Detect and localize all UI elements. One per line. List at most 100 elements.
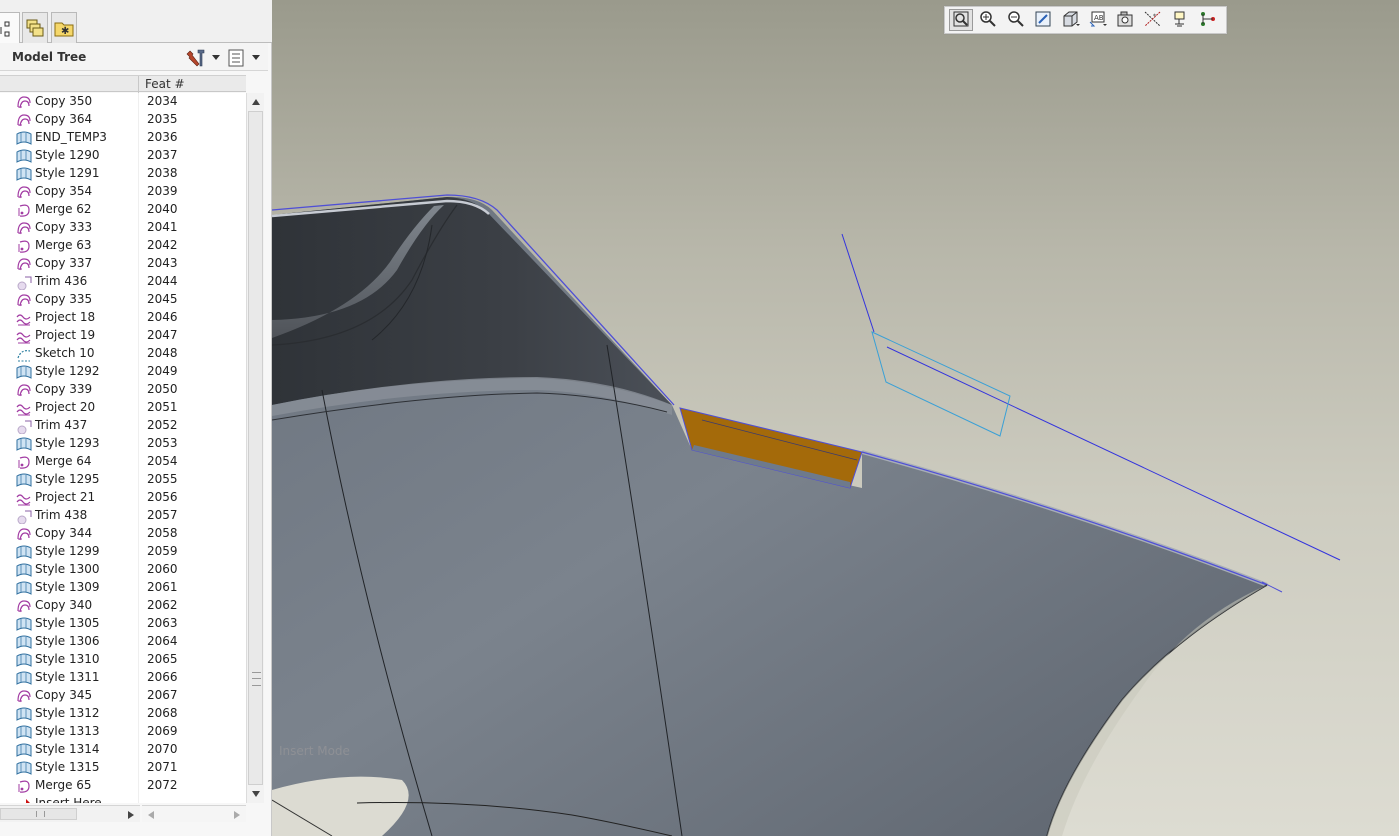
show-menu-button[interactable]: [228, 47, 260, 68]
feature-name: Style 1299: [35, 544, 100, 558]
feature-number: 2037: [147, 148, 178, 162]
zoom-in-button[interactable]: [976, 9, 1000, 31]
tree-row[interactable]: Insert Here: [0, 795, 246, 803]
feature-number: 2069: [147, 724, 178, 738]
scroll-right-button[interactable]: [228, 806, 245, 823]
tree-row[interactable]: Merge 64 2054: [0, 453, 246, 471]
tree-row[interactable]: Style 1291 2038: [0, 165, 246, 183]
feat-horizontal-scrollbar[interactable]: [142, 805, 246, 822]
project-feature-icon: [16, 400, 32, 416]
feature-number: 2034: [147, 94, 178, 108]
feature-name: Copy 354: [35, 184, 93, 198]
refit-button[interactable]: [949, 9, 973, 31]
column-separator: [138, 417, 139, 435]
settings-menu-button[interactable]: [186, 47, 220, 68]
tree-row[interactable]: Style 1315 2071: [0, 759, 246, 777]
scroll-down-button[interactable]: [247, 785, 264, 802]
tree-row[interactable]: Copy 345 2067: [0, 687, 246, 705]
project-feature-icon: [16, 490, 32, 506]
tab-favorites[interactable]: ✱: [51, 12, 77, 43]
tree-vertical-scrollbar[interactable]: [246, 93, 264, 803]
saved-views-button[interactable]: AB: [1086, 9, 1110, 31]
tree-row[interactable]: Copy 354 2039: [0, 183, 246, 201]
tree-row[interactable]: Trim 438 2057: [0, 507, 246, 525]
tree-row[interactable]: Style 1295 2055: [0, 471, 246, 489]
feature-number: 2042: [147, 238, 178, 252]
tab-layers[interactable]: [22, 12, 48, 43]
tree-row[interactable]: Style 1312 2068: [0, 705, 246, 723]
tree-row[interactable]: Style 1299 2059: [0, 543, 246, 561]
merge-feature-icon: [16, 454, 32, 470]
spin-center-button[interactable]: [1196, 9, 1220, 31]
tree-row[interactable]: Copy 340 2062: [0, 597, 246, 615]
feature-number: 2047: [147, 328, 178, 342]
tree-row[interactable]: END_TEMP3 2036: [0, 129, 246, 147]
column-separator: [138, 615, 139, 633]
tree-row[interactable]: Trim 437 2052: [0, 417, 246, 435]
tree-row[interactable]: Copy 344 2058: [0, 525, 246, 543]
tree-row[interactable]: Project 21 2056: [0, 489, 246, 507]
project-feature-icon: [16, 310, 32, 326]
tree-row[interactable]: Style 1306 2064: [0, 633, 246, 651]
tree-row[interactable]: Copy 335 2045: [0, 291, 246, 309]
feature-number: 2041: [147, 220, 178, 234]
tree-row[interactable]: Style 1314 2070: [0, 741, 246, 759]
datum-plane[interactable]: [871, 331, 1011, 437]
view-manager-button[interactable]: [1113, 9, 1137, 31]
datum-axis[interactable]: [841, 233, 875, 333]
model-geometry[interactable]: [272, 0, 1399, 836]
tree-row[interactable]: Project 20 2051: [0, 399, 246, 417]
scroll-left-button[interactable]: [142, 806, 159, 823]
tree-row[interactable]: Merge 65 2072: [0, 777, 246, 795]
tree-row[interactable]: Style 1292 2049: [0, 363, 246, 381]
scroll-thumb[interactable]: [248, 111, 263, 785]
feature-name: Trim 436: [35, 274, 88, 288]
tree-row[interactable]: Project 19 2047: [0, 327, 246, 345]
tree-horizontal-scrollbar[interactable]: [0, 805, 140, 822]
horizontal-scroll-thumb[interactable]: [0, 808, 77, 820]
tree-row[interactable]: Style 1300 2060: [0, 561, 246, 579]
feature-name: Style 1313: [35, 724, 100, 738]
repaint-button[interactable]: [1031, 9, 1055, 31]
scroll-right-button[interactable]: [122, 806, 139, 823]
tree-row[interactable]: Merge 63 2042: [0, 237, 246, 255]
column-separator[interactable]: [138, 76, 139, 93]
column-separator: [138, 705, 139, 723]
tree-row[interactable]: Copy 339 2050: [0, 381, 246, 399]
feature-number: 2072: [147, 778, 178, 792]
tree-row[interactable]: Style 1293 2053: [0, 435, 246, 453]
feature-name: Style 1314: [35, 742, 100, 756]
tree-row[interactable]: Style 1305 2063: [0, 615, 246, 633]
annotation-display-button[interactable]: [1168, 9, 1192, 31]
feature-name: Project 18: [35, 310, 96, 324]
scroll-up-button[interactable]: [247, 93, 264, 110]
feature-number: 2057: [147, 508, 178, 522]
tree-row[interactable]: Sketch 10 2048: [0, 345, 246, 363]
feature-number: 2045: [147, 292, 178, 306]
tree-row[interactable]: Copy 337 2043: [0, 255, 246, 273]
feature-number: 2056: [147, 490, 178, 504]
tree-row[interactable]: Project 18 2046: [0, 309, 246, 327]
column-separator: [138, 363, 139, 381]
tree-row[interactable]: Style 1310 2065: [0, 651, 246, 669]
copy-feature-icon: [16, 526, 32, 542]
graphics-viewport[interactable]: AB * Insert Mode: [272, 0, 1399, 836]
tree-row[interactable]: Style 1311 2066: [0, 669, 246, 687]
tree-row[interactable]: Merge 62 2040: [0, 201, 246, 219]
style-feature-icon: [16, 760, 32, 776]
column-header-feat[interactable]: Feat #: [145, 77, 185, 91]
tree-row[interactable]: Copy 364 2035: [0, 111, 246, 129]
tree-row[interactable]: Copy 333 2041: [0, 219, 246, 237]
tab-model-tree[interactable]: [0, 12, 20, 44]
display-style-button[interactable]: [1059, 9, 1083, 31]
tree-row[interactable]: Trim 436 2044: [0, 273, 246, 291]
display-style-icon: [1061, 10, 1081, 31]
svg-text:AB: AB: [1094, 14, 1104, 22]
tree-row[interactable]: Style 1309 2061: [0, 579, 246, 597]
style-feature-icon: [16, 364, 32, 380]
datum-display-button[interactable]: *: [1141, 9, 1165, 31]
tree-row[interactable]: Style 1290 2037: [0, 147, 246, 165]
tree-row[interactable]: Style 1313 2069: [0, 723, 246, 741]
tree-row[interactable]: Copy 350 2034: [0, 93, 246, 111]
zoom-out-button[interactable]: [1004, 9, 1028, 31]
